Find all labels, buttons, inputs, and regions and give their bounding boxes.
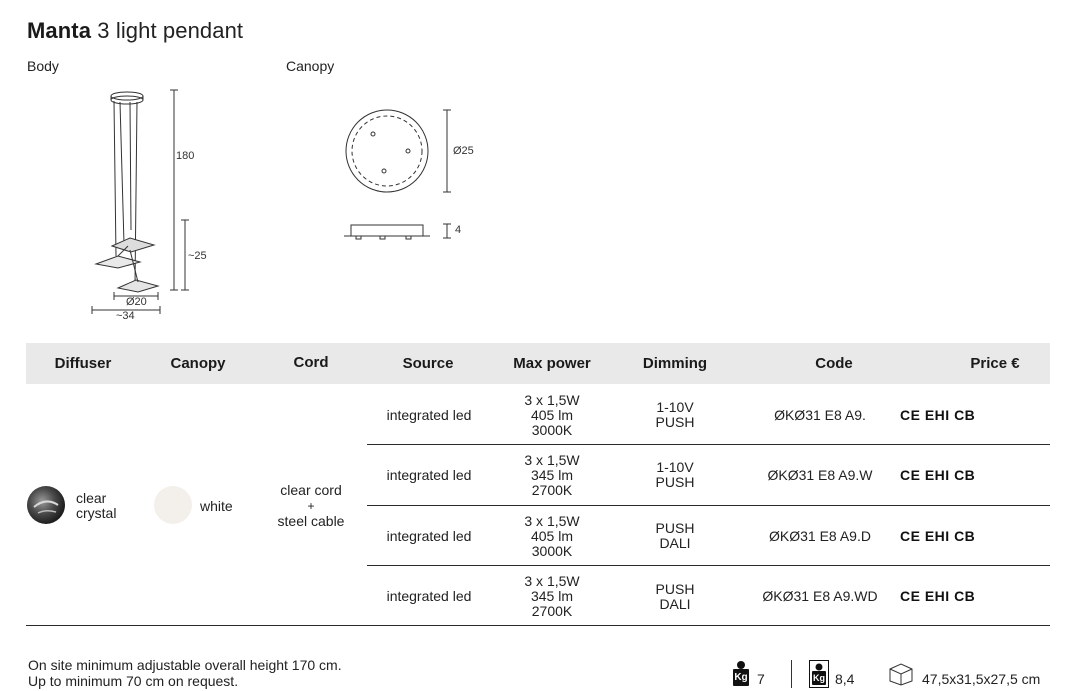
cord-line2: steel cable <box>277 513 345 529</box>
row-dimming-2: PUSH <box>655 474 695 490</box>
row-kelvin: 2700K <box>531 603 573 619</box>
header-price: Price € <box>970 355 1020 372</box>
row-power: 3 x 1,5W <box>524 513 580 529</box>
row-lumen: 405 lm <box>530 528 574 544</box>
row-code: ØKØ31 E8 A9. <box>774 407 866 423</box>
dim-canopy-height: 4 <box>455 224 462 236</box>
header-diffuser: Diffuser <box>54 355 112 372</box>
footer-divider <box>791 660 792 688</box>
cord-line1: clear cord <box>280 482 342 498</box>
row-divider <box>367 444 1050 445</box>
row-source: integrated led <box>386 528 472 544</box>
dim-canopy-diameter: Ø25 <box>453 145 474 157</box>
header-dimming: Dimming <box>642 355 708 372</box>
row-dimming-1: 1-10V <box>656 459 694 475</box>
certification-marks: CE EHI CB <box>900 407 976 423</box>
canopy-value: white <box>200 498 233 514</box>
package-box-icon <box>889 663 913 686</box>
footer-note-2: Up to minimum 70 cm on request. <box>28 673 239 689</box>
table-bottom-line <box>26 625 1050 626</box>
gross-weight-kg-label: Kg <box>813 673 825 683</box>
row-source: integrated led <box>386 588 472 604</box>
header-canopy: Canopy <box>170 355 226 372</box>
row-kelvin: 3000K <box>531 422 573 438</box>
row-divider <box>367 505 1050 506</box>
diffuser-value: clear crystal <box>76 490 117 521</box>
gross-weight-value: 8,4 <box>835 671 855 687</box>
package-dimensions: 47,5x31,5x27,5 cm <box>922 671 1041 687</box>
row-code: ØKØ31 E8 A9.D <box>769 528 871 544</box>
net-weight-value: 7 <box>757 671 765 687</box>
header-code: Code <box>815 355 853 372</box>
row-lumen: 345 lm <box>530 588 574 604</box>
row-dimming-1: 1-10V <box>656 399 694 415</box>
row-dimming-2: PUSH <box>655 414 695 430</box>
row-source: integrated led <box>386 467 472 483</box>
row-source: integrated led <box>386 407 472 423</box>
row-lumen: 405 lm <box>530 407 574 423</box>
row-dimming-2: DALI <box>659 535 691 551</box>
row-dimming-1: PUSH <box>655 581 695 597</box>
certification-marks: CE EHI CB <box>900 588 976 604</box>
row-power: 3 x 1,5W <box>524 392 580 408</box>
row-code: ØKØ31 E8 A9.W <box>767 467 873 483</box>
row-power: 3 x 1,5W <box>524 573 580 589</box>
header-cord: Cord <box>293 354 329 371</box>
footer-note-1: On site minimum adjustable overall heigh… <box>28 657 342 673</box>
row-power: 3 x 1,5W <box>524 452 580 468</box>
cord-plus: + <box>307 499 315 513</box>
row-code: ØKØ31 E8 A9.WD <box>762 588 878 604</box>
net-weight-kg-label: Kg <box>734 672 748 683</box>
row-dimming-1: PUSH <box>655 520 695 536</box>
row-kelvin: 3000K <box>531 543 573 559</box>
certification-marks: CE EHI CB <box>900 467 976 483</box>
row-kelvin: 2700K <box>531 482 573 498</box>
clear-crystal-swatch <box>27 486 65 524</box>
header-source: Source <box>402 355 454 372</box>
footer-notes: On site minimum adjustable overall heigh… <box>28 657 342 689</box>
row-divider <box>367 565 1050 566</box>
row-dimming-2: DALI <box>659 596 691 612</box>
header-max-power: Max power <box>513 355 591 372</box>
row-lumen: 345 lm <box>530 467 574 483</box>
certification-marks: CE EHI CB <box>900 528 976 544</box>
white-canopy-swatch <box>154 486 192 524</box>
